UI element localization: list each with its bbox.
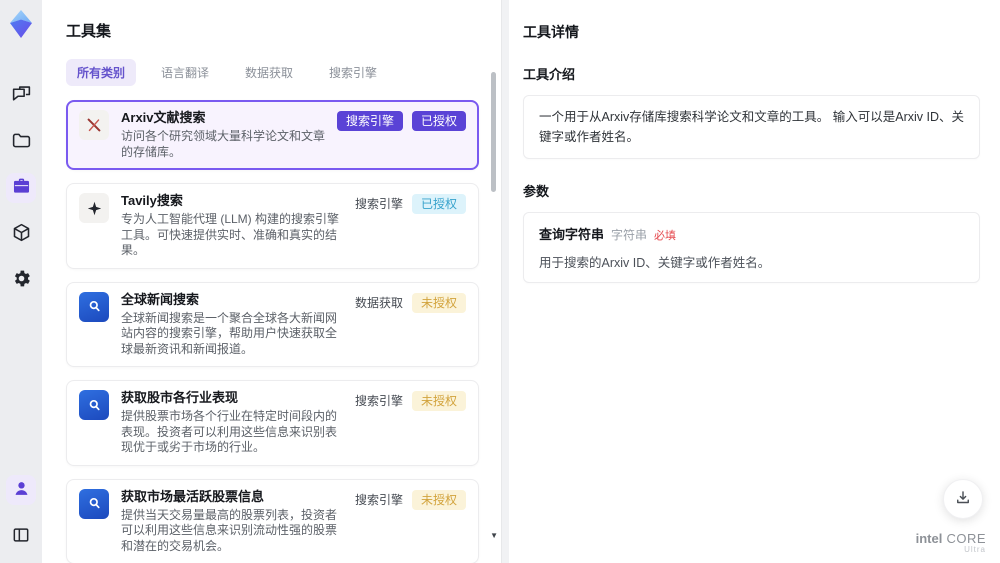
auth-status-badge: 未授权 [411, 292, 466, 313]
tool-name: Tavily搜索 [121, 193, 183, 208]
tool-meta: 数据获取 未授权 [355, 292, 466, 313]
app-window: 工具集 所有类别 语言翻译 数据获取 搜索引擎 Arxiv文献搜索 访问各个研究… [0, 0, 1000, 563]
tool-info: Arxiv文献搜索 访问各个研究领域大量科学论文和文章的存储库。 [121, 110, 327, 160]
category-tab[interactable]: 数据获取 [234, 59, 304, 86]
category-badge: 搜索引擎 [354, 492, 403, 507]
chat-icon [11, 84, 32, 108]
category-tab[interactable]: 搜索引擎 [318, 59, 388, 86]
auth-status-badge: 未授权 [411, 391, 466, 411]
sidebar-item-account[interactable] [6, 475, 36, 505]
detail-title: 工具详情 [523, 24, 579, 40]
tool-meta: 搜索引擎 已授权 [355, 193, 466, 214]
tool-card[interactable]: 全球新闻搜索 全球新闻搜索是一个聚合全球各大新闻网站内容的搜索引擎，帮助用户快速… [66, 281, 479, 367]
tool-meta: 搜索引擎 未授权 [355, 390, 466, 411]
briefcase-icon [11, 176, 32, 200]
param-name: 查询字符串 [539, 227, 605, 242]
sidebar-item-models[interactable] [6, 219, 36, 249]
scroll-down-arrow[interactable]: ▼ [490, 531, 498, 540]
sidebar-item-tools[interactable] [6, 173, 36, 203]
params-heading: 参数 [523, 184, 550, 199]
collapse-panel-button[interactable] [6, 521, 36, 551]
list-scrollbar-thumb[interactable] [491, 72, 496, 192]
search-app-icon [79, 390, 109, 420]
category-tabs: 所有类别 语言翻译 数据获取 搜索引擎 [66, 59, 479, 86]
panel-divider [502, 0, 509, 563]
tool-info: 全球新闻搜索 全球新闻搜索是一个聚合全球各大新闻网站内容的搜索引擎，帮助用户快速… [121, 292, 345, 358]
sidebar-item-files[interactable] [6, 127, 36, 157]
tool-card[interactable]: 获取市场最活跃股票信息 提供当天交易量最高的股票列表，投资者可以利用这些信息来识… [66, 478, 479, 563]
cube-icon [11, 222, 32, 246]
param-required-flag: 必填 [654, 230, 677, 242]
category-badge: 搜索引擎 [336, 111, 403, 131]
tools-list-panel: 工具集 所有类别 语言翻译 数据获取 搜索引擎 Arxiv文献搜索 访问各个研究… [42, 0, 502, 563]
tool-list: Arxiv文献搜索 访问各个研究领域大量科学论文和文章的存储库。 搜索引擎 已授… [66, 100, 479, 563]
tool-description: 访问各个研究领域大量科学论文和文章的存储库。 [121, 129, 326, 159]
search-app-icon [79, 291, 109, 322]
intro-box: 一个用于从Arxiv存储库搜索科学论文和文章的工具。 输入可以是Arxiv ID… [523, 95, 980, 159]
gear-icon [11, 268, 32, 292]
tool-description: 专为人工智能代理 (LLM) 构建的搜索引擎工具。可快速提供实时、准确和真实的结… [121, 212, 340, 257]
search-app-icon [79, 488, 109, 519]
param-header: 查询字符串 字符串 必填 [539, 224, 964, 243]
tool-description: 提供股票市场各个行业在特定时间段内的表现。投资者可以利用这些信息来识别表现优于或… [121, 409, 338, 454]
sidebar-item-settings[interactable] [6, 265, 36, 295]
icon-rail [0, 0, 42, 563]
intel-core-logo: intel CORE Ultra [915, 530, 986, 555]
category-badge: 搜索引擎 [354, 197, 403, 211]
category-tab[interactable]: 语言翻译 [150, 59, 220, 86]
auth-status-badge: 已授权 [411, 111, 466, 131]
user-icon [12, 479, 31, 501]
page-title: 工具集 [66, 23, 112, 40]
tool-name: Arxiv文献搜索 [121, 110, 206, 125]
tool-card[interactable]: Tavily搜索 专为人工智能代理 (LLM) 构建的搜索引擎工具。可快速提供实… [66, 183, 479, 269]
download-icon [954, 489, 972, 510]
tool-name: 获取股市各行业表现 [121, 390, 239, 405]
tool-detail-panel: 工具详情 工具介绍 一个用于从Arxiv存储库搜索科学论文和文章的工具。 输入可… [509, 0, 1000, 563]
auth-status-badge: 未授权 [411, 489, 466, 510]
download-button[interactable] [943, 479, 983, 519]
arxiv-icon [79, 110, 109, 140]
param-box: 查询字符串 字符串 必填 用于搜索的Arxiv ID、关键字或作者姓名。 [523, 212, 980, 283]
panel-icon [11, 525, 31, 548]
tool-card[interactable]: Arxiv文献搜索 访问各个研究领域大量科学论文和文章的存储库。 搜索引擎 已授… [66, 100, 479, 170]
tool-info: 获取股市各行业表现 提供股票市场各个行业在特定时间段内的表现。投资者可以利用这些… [121, 390, 345, 456]
app-logo[interactable] [8, 10, 34, 41]
param-description: 用于搜索的Arxiv ID、关键字或作者姓名。 [539, 256, 771, 270]
tool-description: 全球新闻搜索是一个聚合全球各大新闻网站内容的搜索引擎，帮助用户快速获取全球最新资… [121, 310, 338, 356]
intel-core-sub: Ultra [964, 545, 986, 555]
intro-heading: 工具介绍 [523, 67, 576, 82]
param-type: 字符串 [611, 228, 648, 242]
tool-info: 获取市场最活跃股票信息 提供当天交易量最高的股票列表，投资者可以利用这些信息来识… [121, 489, 345, 555]
tool-info: Tavily搜索 专为人工智能代理 (LLM) 构建的搜索引擎工具。可快速提供实… [121, 193, 345, 259]
tavily-star-icon [79, 193, 109, 223]
category-tab[interactable]: 所有类别 [66, 59, 137, 86]
intro-text: 一个用于从Arxiv存储库搜索科学论文和文章的工具。 输入可以是Arxiv ID… [539, 110, 965, 144]
tool-description: 提供当天交易量最高的股票列表，投资者可以利用这些信息来识别流动性强的股票和潜在的… [121, 507, 338, 553]
auth-status-badge: 已授权 [411, 194, 466, 214]
folder-icon [11, 130, 32, 154]
category-badge: 搜索引擎 [354, 394, 403, 408]
tool-name: 获取市场最活跃股票信息 [121, 488, 265, 504]
category-badge: 数据获取 [354, 295, 403, 310]
sidebar-item-chat[interactable] [6, 81, 36, 111]
tool-card[interactable]: 获取股市各行业表现 提供股票市场各个行业在特定时间段内的表现。投资者可以利用这些… [66, 380, 479, 466]
tool-meta: 搜索引擎 已授权 [336, 110, 466, 131]
tool-name: 全球新闻搜索 [121, 291, 200, 307]
tool-meta: 搜索引擎 未授权 [355, 489, 466, 510]
